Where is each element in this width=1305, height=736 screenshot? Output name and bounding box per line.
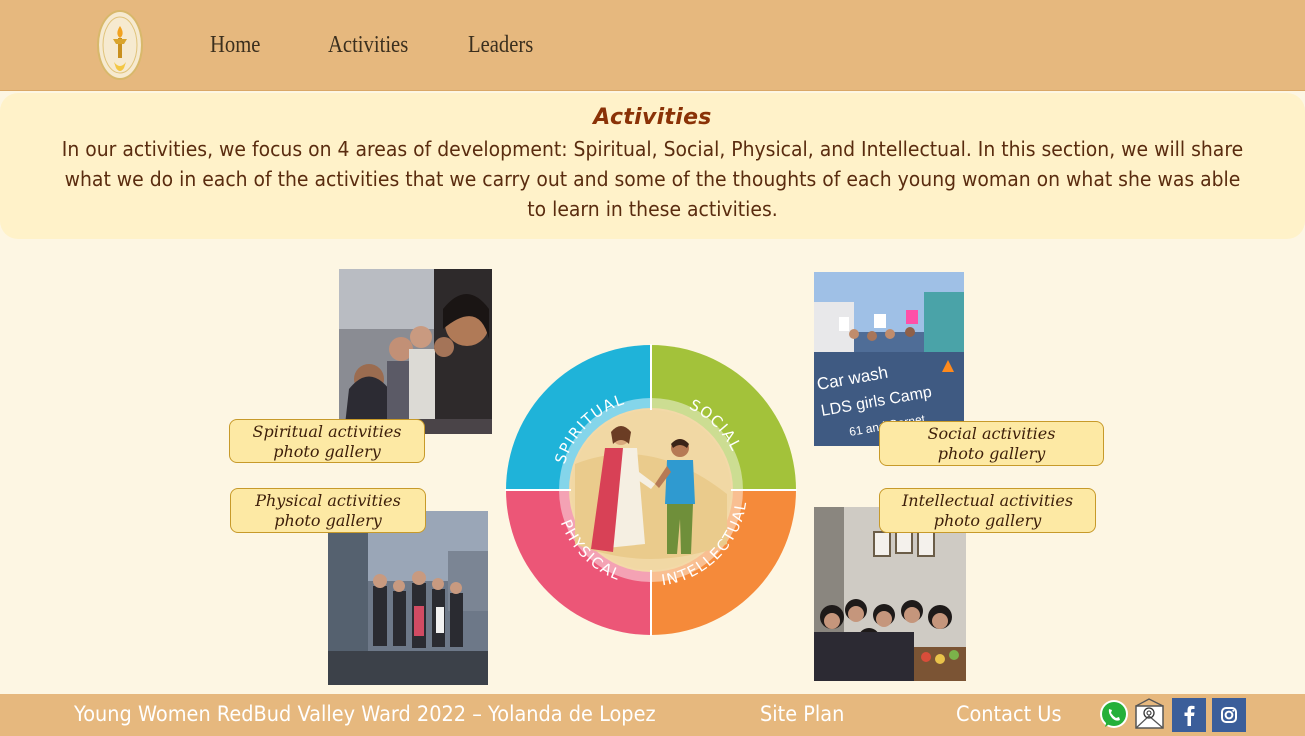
intro-description: In our activities, we focus on 4 areas o… (61, 137, 1244, 221)
social-gallery-button[interactable]: Social activities photo gallery (879, 421, 1104, 466)
development-wheel: SPIRITUAL SOCIAL PHYSICAL INTELLECTUAL (505, 344, 797, 636)
torch-logo[interactable] (97, 10, 143, 80)
email-icon[interactable] (1133, 698, 1167, 732)
nav-leaders-link[interactable]: Leaders (468, 32, 533, 59)
facebook-icon[interactable] (1172, 698, 1206, 732)
intellectual-group-photo[interactable] (814, 507, 966, 681)
top-navigation-bar: Home Activities Leaders (0, 0, 1305, 91)
contact-us-link[interactable]: Contact Us (956, 702, 1062, 726)
social-carwash-photo[interactable]: Car wash LDS girls Camp 61 and Garnet (814, 272, 964, 446)
physical-gallery-label-1: Physical activities (255, 491, 401, 510)
physical-gallery-button[interactable]: Physical activities photo gallery (230, 488, 426, 533)
intellectual-gallery-label-1: Intellectual activities (901, 491, 1074, 510)
intellectual-gallery-button[interactable]: Intellectual activities photo gallery (879, 488, 1096, 533)
physical-walk-photo[interactable] (328, 511, 488, 685)
spiritual-gallery-button[interactable]: Spiritual activities photo gallery (229, 419, 425, 463)
site-plan-link[interactable]: Site Plan (760, 702, 844, 726)
footer-credit: Young Women RedBud Valley Ward 2022 – Yo… (74, 702, 656, 726)
social-gallery-label-1: Social activities (927, 424, 1056, 443)
spiritual-group-photo[interactable] (339, 269, 492, 434)
physical-gallery-label-2: photo gallery (274, 511, 382, 530)
instagram-icon[interactable] (1212, 698, 1246, 732)
whatsapp-icon[interactable] (1097, 698, 1131, 732)
page-title: Activities (593, 105, 712, 130)
nav-home-link[interactable]: Home (210, 32, 260, 59)
spiritual-gallery-label-1: Spiritual activities (252, 422, 402, 441)
spiritual-gallery-label-2: photo gallery (273, 442, 381, 461)
intro-panel: Activities In our activities, we focus o… (0, 93, 1305, 239)
social-gallery-label-2: photo gallery (937, 444, 1046, 463)
nav-activities-link[interactable]: Activities (328, 32, 408, 59)
intellectual-gallery-label-2: photo gallery (933, 511, 1042, 530)
